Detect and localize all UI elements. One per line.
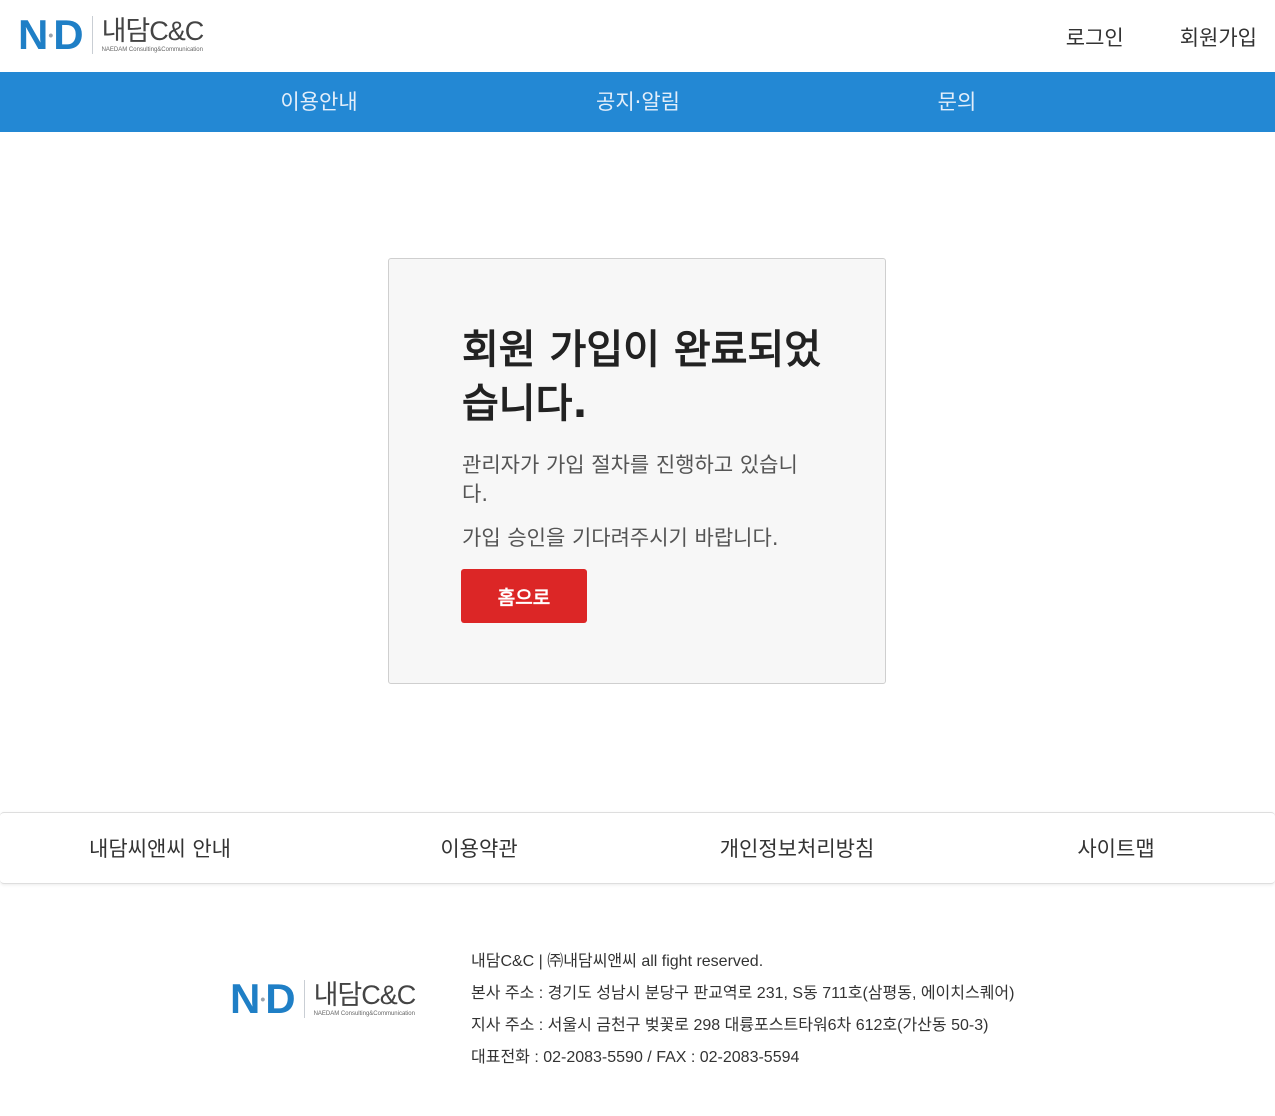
- nav-item-guide[interactable]: 이용안내: [280, 72, 357, 132]
- logo-divider: [303, 980, 305, 1018]
- logo-mark-d: D: [265, 975, 295, 1022]
- logo-wordmark: 내담C&C NAEDAM Consulting&Communication: [101, 16, 205, 54]
- site-logo[interactable]: N • D 내담C&C NAEDAM Consulting&Communicatio…: [18, 11, 205, 58]
- home-button[interactable]: 홈으로: [461, 569, 587, 623]
- logo-name: 내담C&C: [313, 980, 417, 1010]
- logo-mark-n: N: [18, 11, 48, 58]
- footer-nav: 내담씨앤씨 안내 이용약관 개인정보처리방침 사이트맵: [0, 812, 1275, 884]
- logo-divider: [91, 16, 93, 54]
- nav-item-notice[interactable]: 공지·알림: [596, 72, 680, 132]
- logo-name: 내담C&C: [101, 16, 205, 46]
- login-link[interactable]: 로그인: [1066, 22, 1124, 52]
- processing-message: 관리자가 가입 절차를 진행하고 있습니다.: [462, 453, 798, 506]
- footer-logo: N • D 내담C&C NAEDAM Consulting&Communicatio…: [230, 975, 417, 1022]
- logo-wordmark: 내담C&C NAEDAM Consulting&Communication: [313, 980, 417, 1018]
- logo-tagline: NAEDAM Consulting&Communication: [313, 1011, 415, 1017]
- copyright-line: 내담C&C | ㈜내담씨앤씨 all fight reserved.: [471, 953, 764, 970]
- logo-mark-d: D: [53, 11, 83, 58]
- branch-office-address: 지사 주소 : 서울시 금천구 벚꽃로 298 대륭포스트타워6차 612호(가…: [471, 1017, 989, 1034]
- footer-link-terms[interactable]: 이용약관: [440, 813, 517, 885]
- signup-complete-card: 회원 가입이 완료되었습니다. 관리자가 가입 절차를 진행하고 있습니다. 가…: [388, 258, 886, 684]
- company-info: 내담C&C | ㈜내담씨앤씨 all fight reserved. 본사 주소…: [471, 946, 1014, 1074]
- nd-logo-mark: N • D: [230, 975, 296, 1022]
- main-nav: 이용안내 공지·알림 문의: [0, 72, 1275, 132]
- head-office-address: 본사 주소 : 경기도 성남시 분당구 판교역로 231, S동 711호(삼평…: [471, 985, 1015, 1002]
- footer-link-privacy[interactable]: 개인정보처리방침: [720, 813, 875, 885]
- header-links: 로그인 회원가입: [1066, 22, 1257, 52]
- site-header: N • D 내담C&C NAEDAM Consulting&Communicatio…: [0, 0, 1275, 72]
- logo-dot: •: [260, 991, 265, 1007]
- footer-link-sitemap[interactable]: 사이트맵: [1077, 813, 1154, 885]
- approval-message: 가입 승인을 기다려주시기 바랍니다.: [462, 526, 779, 550]
- logo-mark-n: N: [230, 975, 260, 1022]
- logo-dot: •: [48, 27, 53, 43]
- contact-numbers: 대표전화 : 02-2083-5590 / FAX : 02-2083-5594: [471, 1049, 800, 1066]
- logo-tagline: NAEDAM Consulting&Communication: [101, 47, 203, 53]
- completion-title: 회원 가입이 완료되었습니다.: [462, 327, 822, 427]
- nd-logo-mark: N • D: [18, 11, 84, 58]
- signup-link[interactable]: 회원가입: [1180, 22, 1257, 52]
- footer-link-about[interactable]: 내담씨앤씨 안내: [89, 813, 231, 885]
- nav-item-inquiry[interactable]: 문의: [938, 72, 977, 132]
